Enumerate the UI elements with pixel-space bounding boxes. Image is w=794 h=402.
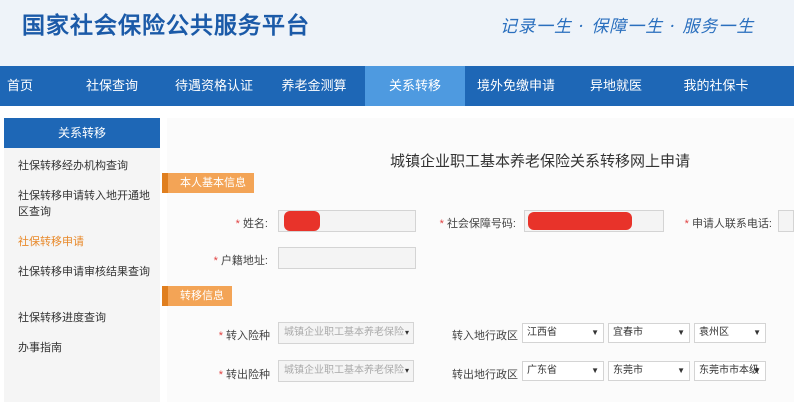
nav-item-social-security-query[interactable]: 社保查询 — [72, 66, 152, 106]
chevron-down-icon: ▾ — [404, 328, 409, 337]
site-header: 国家社会保险公共服务平台 记录一生 · 保障一生 · 服务一生 — [0, 0, 794, 66]
in-region-label: 转入地行政区 — [452, 330, 518, 342]
nav-item-home[interactable]: 首页 — [0, 66, 40, 106]
nav-item-offsite-medical[interactable]: 异地就医 — [572, 66, 660, 106]
site-title[interactable]: 国家社会保险公共服务平台 — [22, 6, 310, 40]
nav-item-relationship-transfer[interactable]: 关系转移 — [365, 66, 465, 106]
chevron-down-icon: ▼ — [591, 366, 599, 375]
out-province-select[interactable]: 广东省 ▼ — [522, 361, 604, 381]
nav-item-benefit-qualification[interactable]: 待遇资格认证 — [162, 66, 266, 106]
sidebar-item-transfer-apply[interactable]: 社保转移申请 — [18, 234, 154, 250]
in-city-select[interactable]: 宜春市 ▼ — [608, 323, 690, 343]
sidebar-item-region-query[interactable]: 社保转移申请转入地开通地区查询 — [18, 188, 154, 220]
sidebar: 关系转移 社保转移经办机构查询 社保转移申请转入地开通地区查询 社保转移申请 社… — [4, 118, 160, 402]
sidebar-item-review-result[interactable]: 社保转移申请审核结果查询 — [18, 264, 154, 280]
sidebar-heading: 关系转移 — [4, 118, 160, 148]
in-type-select[interactable]: 城镇企业职工基本养老保险 ▾ — [278, 322, 414, 344]
chevron-down-icon: ▼ — [753, 328, 761, 337]
phone-field[interactable] — [778, 210, 794, 232]
out-region-label: 转出地行政区 — [452, 369, 518, 381]
section-tag-transfer-info: 转移信息 — [162, 286, 232, 306]
main-nav: 首页 社保查询 待遇资格认证 养老金测算 关系转移 境外免缴申请 异地就医 我的… — [0, 66, 794, 106]
nav-item-my-card[interactable]: 我的社保卡 — [670, 66, 762, 106]
ssn-label: * 社会保障号码: — [439, 218, 516, 230]
name-label: * 姓名: — [235, 218, 268, 230]
out-type-label: * 转出险种 — [218, 369, 270, 381]
in-type-label: * 转入险种 — [218, 330, 270, 342]
chevron-down-icon: ▼ — [677, 366, 685, 375]
sidebar-item-progress-query[interactable]: 社保转移进度查询 — [18, 310, 154, 326]
chevron-down-icon: ▼ — [591, 328, 599, 337]
in-district-select[interactable]: 袁州区 ▼ — [694, 323, 766, 343]
chevron-down-icon: ▾ — [404, 366, 409, 375]
nav-item-pension-calculator[interactable]: 养老金测算 — [268, 66, 360, 106]
sidebar-item-guide[interactable]: 办事指南 — [18, 340, 154, 356]
chevron-down-icon: ▼ — [753, 366, 761, 375]
site-slogan: 记录一生 · 保障一生 · 服务一生 — [500, 17, 755, 37]
out-type-select[interactable]: 城镇企业职工基本养老保险 ▾ — [278, 360, 414, 382]
chevron-down-icon: ▼ — [677, 328, 685, 337]
out-city-select[interactable]: 东莞市 ▼ — [608, 361, 690, 381]
address-field[interactable] — [278, 247, 416, 269]
form-title: 城镇企业职工基本养老保险关系转移网上申请 — [390, 153, 691, 170]
nav-item-overseas-exemption[interactable]: 境外免缴申请 — [466, 66, 566, 106]
ssn-redaction — [528, 212, 632, 230]
section-tag-basic-info: 本人基本信息 — [162, 173, 254, 193]
name-redaction — [284, 211, 320, 231]
out-district-select[interactable]: 东莞市市本级 ▼ — [694, 361, 766, 381]
phone-label: * 申请人联系电话: — [684, 218, 772, 230]
sidebar-item-agency-query[interactable]: 社保转移经办机构查询 — [18, 158, 154, 174]
in-province-select[interactable]: 江西省 ▼ — [522, 323, 604, 343]
address-label: * 户籍地址: — [213, 255, 268, 267]
